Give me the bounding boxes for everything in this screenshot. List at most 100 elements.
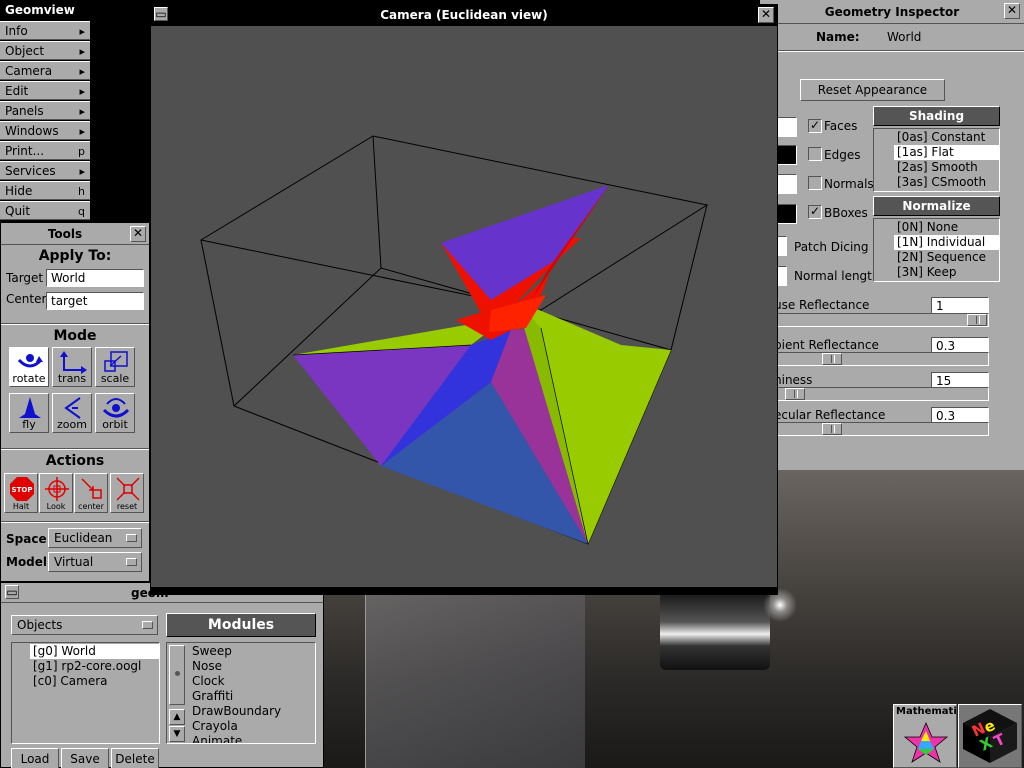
diffuse-reflectance-slider[interactable] xyxy=(774,313,989,327)
shading-option[interactable]: [3as] CSmooth xyxy=(894,175,999,190)
bbox-color-swatch[interactable] xyxy=(777,204,797,224)
camera-title: Camera (Euclidean view) xyxy=(380,8,548,22)
module-item[interactable]: Graffiti xyxy=(189,689,315,704)
model-popup[interactable]: Virtual xyxy=(48,552,142,572)
normalize-option[interactable]: [3N] Keep xyxy=(894,265,999,280)
module-item[interactable]: DrawBoundary xyxy=(189,704,315,719)
shading-option[interactable]: [2as] Smooth xyxy=(894,160,999,175)
normals-checkbox[interactable] xyxy=(808,176,822,190)
object-item-selected[interactable]: [g0] World xyxy=(30,644,159,659)
reset-appearance-button[interactable]: Reset Appearance xyxy=(800,79,945,101)
edges-label: Edges xyxy=(824,148,861,162)
camera-viewport[interactable] xyxy=(151,26,777,587)
menu-item-object[interactable]: Object ▸ xyxy=(0,41,90,60)
normalize-option[interactable]: [0N] None xyxy=(894,220,999,235)
mode-trans-button[interactable]: trans xyxy=(52,347,92,387)
slider-knob[interactable] xyxy=(822,353,842,365)
translate-icon xyxy=(60,351,87,374)
target-field[interactable]: World xyxy=(46,269,144,287)
center-field[interactable]: target xyxy=(46,292,144,310)
menu-item-info[interactable]: Info ▸ xyxy=(0,21,90,40)
bboxes-checkbox[interactable]: ✓ xyxy=(808,205,822,219)
divider xyxy=(1,448,149,450)
ambient-reflectance-slider[interactable] xyxy=(774,352,989,366)
menu-item-quit[interactable]: Quit q xyxy=(0,201,90,220)
faces-checkbox[interactable]: ✓ xyxy=(808,119,822,133)
tools-close-button[interactable]: ✕ xyxy=(130,226,146,242)
specular-reflectance-label: ecular Reflectance xyxy=(774,408,886,422)
load-button[interactable]: Load xyxy=(11,748,59,768)
look-button[interactable]: Look xyxy=(39,473,73,513)
module-item[interactable]: Clock xyxy=(189,674,315,689)
menu-item-panels[interactable]: Panels ▸ xyxy=(0,101,90,120)
menu-item-windows[interactable]: Windows ▸ xyxy=(0,121,90,140)
normal-color-swatch[interactable] xyxy=(777,174,797,194)
mode-heading: Mode xyxy=(53,328,97,344)
menu-item-hide[interactable]: Hide h xyxy=(0,181,90,200)
tools-panel: Tools ✕ Apply To: Target World Center ta… xyxy=(0,222,150,582)
scroll-up-button[interactable]: ▲ xyxy=(169,709,185,725)
save-button[interactable]: Save xyxy=(61,748,109,768)
mathematica-dock-tile[interactable]: Mathemati xyxy=(893,704,957,768)
menu-item-print[interactable]: Print... p xyxy=(0,141,90,160)
center-button[interactable]: center xyxy=(74,473,108,513)
shininess-slider[interactable] xyxy=(774,387,989,401)
patch-dicing-field[interactable] xyxy=(777,236,787,256)
objects-list: [g0] World [g1] rp2-core.oogl [c0] Camer… xyxy=(11,642,160,744)
metal-object xyxy=(660,590,770,670)
shading-option-selected[interactable]: [1as] Flat xyxy=(894,145,999,160)
module-item[interactable]: Crayola xyxy=(189,719,315,734)
module-item[interactable]: Nose xyxy=(189,659,315,674)
normal-length-field[interactable] xyxy=(777,266,787,286)
menu-item-edit[interactable]: Edit ▸ xyxy=(0,81,90,100)
patch-dicing-label: Patch Dicing xyxy=(794,240,869,254)
slider-knob[interactable] xyxy=(785,388,805,400)
slider-knob[interactable] xyxy=(967,314,987,326)
svg-text:STOP: STOP xyxy=(12,486,33,494)
name-value: World xyxy=(887,30,922,44)
space-popup[interactable]: Euclidean xyxy=(48,528,142,548)
next-dock-tile[interactable]: N e X T xyxy=(958,704,1022,768)
object-item[interactable]: [g1] rp2-core.oogl xyxy=(30,659,159,674)
object-item[interactable]: [c0] Camera xyxy=(30,674,159,689)
geometry-inspector-window: Geometry Inspector ✕ Name: World Reset A… xyxy=(760,0,1024,470)
rotate-icon xyxy=(17,354,43,368)
delete-button[interactable]: Delete xyxy=(111,748,159,768)
main-menu: Geomview Info ▸ Object ▸ Camera ▸ Edit ▸ Pan… xyxy=(0,0,91,222)
inspector-close-button[interactable]: ✕ xyxy=(1004,3,1020,19)
module-item[interactable]: Sweep xyxy=(189,644,315,659)
slider-knob[interactable] xyxy=(822,423,842,435)
camera-close-button[interactable]: ✕ xyxy=(758,7,774,23)
edges-checkbox[interactable] xyxy=(808,147,822,161)
bbox-edge xyxy=(200,239,235,407)
orbit-icon xyxy=(102,398,130,418)
mode-scale-button[interactable]: scale xyxy=(95,347,135,387)
normalize-option[interactable]: [2N] Sequence xyxy=(894,250,999,265)
reset-button[interactable]: reset xyxy=(110,473,144,513)
mode-orbit-button[interactable]: orbit xyxy=(95,393,135,433)
normalize-option-selected[interactable]: [1N] Individual xyxy=(894,235,999,250)
miniaturize-button[interactable]: ▭ xyxy=(5,585,19,599)
model-label: Model xyxy=(6,555,48,569)
face-color-swatch[interactable] xyxy=(777,117,797,137)
modules-scrollbar-thumb[interactable] xyxy=(169,645,185,705)
edge-color-swatch[interactable] xyxy=(777,145,797,165)
faces-label: Faces xyxy=(824,119,858,133)
menu-item-camera[interactable]: Camera ▸ xyxy=(0,61,90,80)
menu-item-services[interactable]: Services ▸ xyxy=(0,161,90,180)
apply-to-heading: Apply To: xyxy=(38,248,112,264)
next-cube-icon: N e X T xyxy=(963,709,1017,763)
mode-rotate-button[interactable]: rotate xyxy=(9,347,49,387)
specular-reflectance-slider[interactable] xyxy=(774,422,989,436)
mode-fly-button[interactable]: fly xyxy=(9,393,49,433)
shading-option[interactable]: [0as] Constant xyxy=(894,130,999,145)
mode-zoom-button[interactable]: zoom xyxy=(52,393,92,433)
glass-cube xyxy=(365,575,585,768)
mathematica-label: Mathemati xyxy=(896,706,957,717)
diffuse-reflectance-field[interactable]: 1 xyxy=(931,297,989,314)
main-menu-title: Geomview xyxy=(0,0,91,20)
scroll-down-button[interactable]: ▼ xyxy=(169,726,185,742)
objects-popup[interactable]: Objects xyxy=(11,615,158,635)
module-item[interactable]: Animate xyxy=(189,734,315,743)
halt-button[interactable]: STOP Halt xyxy=(4,473,38,513)
